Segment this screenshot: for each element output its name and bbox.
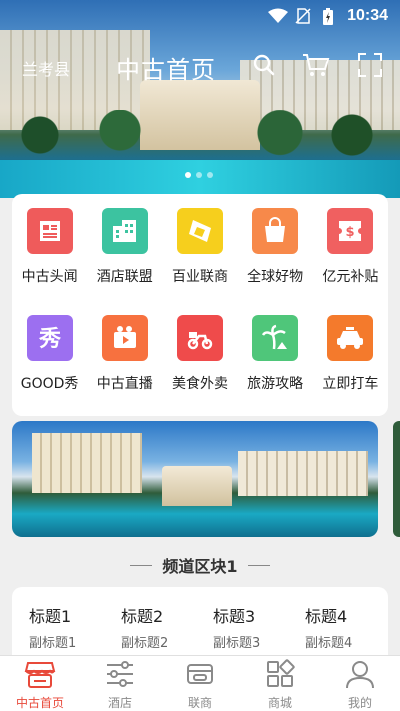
tab-label: 中古首页 [15, 696, 64, 710]
grid-item[interactable]: 百业联商 [162, 206, 237, 313]
tab-handshake[interactable]: 联商 [160, 656, 240, 711]
top-nav: 兰考县 中古首页 [0, 46, 400, 86]
no-sim-icon [295, 8, 311, 28]
news-icon [26, 208, 73, 254]
channel-item-subtitle: 副标题1 [29, 636, 77, 651]
sliders-icon [104, 659, 136, 693]
coupon-icon: $ [327, 208, 374, 254]
carousel-dot[interactable] [185, 172, 191, 178]
battery-icon [322, 8, 334, 30]
grid-item-label: 中古头闻 [21, 269, 78, 285]
scooter-icon [176, 315, 223, 361]
tab-label: 我的 [347, 696, 372, 710]
grid-item-label: 百业联商 [171, 269, 228, 285]
feature-grid: 中古头闻 酒店联盟 百业联商 全球好物 $ 亿元补贴秀 GOOD秀 中古直播 美食外卖 旅游攻略 立… [12, 206, 388, 420]
grid-item[interactable]: 酒店联盟 [87, 206, 162, 313]
wifi-icon [268, 8, 288, 28]
ticket-icon [176, 208, 223, 254]
channel-item[interactable]: 标题1 副标题1 [12, 587, 104, 657]
channel-item-title: 标题4 [305, 607, 348, 626]
grid-item[interactable]: 秀 GOOD秀 [12, 313, 87, 420]
tab-store[interactable]: 中古首页 [0, 656, 80, 711]
user-icon [344, 659, 376, 693]
grid-item[interactable]: 中古头闻 [12, 206, 87, 313]
channel-item[interactable]: 标题3 副标题3 [196, 587, 288, 657]
cart-icon[interactable] [302, 53, 330, 81]
scan-icon[interactable] [358, 53, 382, 81]
channel-block: 标题1 副标题1 标题2 副标题2 标题3 副标题3 标题4 副标题4 [12, 587, 388, 657]
palm-icon [252, 315, 299, 361]
channel-item-subtitle: 副标题4 [305, 636, 353, 651]
bag-icon [252, 208, 299, 254]
store-icon [24, 659, 56, 693]
section-title: 频道区块1 [162, 557, 238, 576]
grid-item-label: 旅游攻略 [247, 376, 304, 392]
carousel-dot[interactable] [196, 172, 202, 178]
promo-banner[interactable] [12, 421, 378, 537]
carousel-dot[interactable] [207, 172, 213, 178]
grid-item-label: 立即打车 [322, 376, 379, 392]
grid-item-label: 亿元补贴 [322, 269, 379, 285]
next-banner-peek[interactable] [393, 421, 400, 537]
handshake-icon [184, 659, 216, 693]
channel-item-subtitle: 副标题2 [121, 636, 169, 651]
show-icon: 秀 [26, 315, 73, 361]
grid-item[interactable]: 旅游攻略 [238, 313, 313, 420]
grid-item[interactable]: $ 亿元补贴 [313, 206, 388, 313]
svg-text:秀: 秀 [38, 327, 61, 352]
clock: 10:34 [347, 7, 388, 24]
tab-sliders[interactable]: 酒店 [80, 656, 160, 711]
section-header: 频道区块1 [0, 553, 400, 577]
svg-text:$: $ [346, 225, 355, 240]
camera-icon [101, 315, 148, 361]
grid-icon [264, 659, 296, 693]
tab-label: 商城 [267, 696, 292, 710]
page-title: 中古首页 [116, 56, 216, 84]
channel-item-title: 标题2 [121, 607, 164, 626]
tab-user[interactable]: 我的 [320, 656, 400, 711]
grid-item-label: 中古直播 [96, 376, 153, 392]
tab-label: 联商 [187, 696, 212, 710]
grid-item-label: 美食外卖 [171, 376, 228, 392]
grid-item[interactable]: 立即打车 [313, 313, 388, 420]
tab-grid[interactable]: 商城 [240, 656, 320, 711]
channel-item[interactable]: 标题4 副标题4 [288, 587, 380, 657]
location-selector[interactable]: 兰考县 [22, 56, 70, 80]
grid-item[interactable]: 美食外卖 [162, 313, 237, 420]
carousel-indicator [185, 172, 213, 178]
search-icon[interactable] [252, 53, 276, 81]
building-icon [101, 208, 148, 254]
grid-item-label: 酒店联盟 [96, 269, 153, 285]
bottom-tab-bar: 中古首页 酒店 联商 商城 我的 [0, 655, 400, 711]
tab-label: 酒店 [107, 696, 132, 710]
channel-item-title: 标题1 [29, 607, 72, 626]
grid-item[interactable]: 中古直播 [87, 313, 162, 420]
grid-item-label: 全球好物 [247, 269, 304, 285]
channel-item-subtitle: 副标题3 [213, 636, 261, 651]
grid-item-label: GOOD秀 [20, 376, 79, 392]
taxi-icon [327, 315, 374, 361]
feature-grid-card: 中古头闻 酒店联盟 百业联商 全球好物 $ 亿元补贴秀 GOOD秀 中古直播 美食外卖 旅游攻略 立… [12, 194, 388, 416]
channel-item-title: 标题3 [213, 607, 256, 626]
status-bar: 10:34 [0, 0, 400, 32]
channel-item[interactable]: 标题2 副标题2 [104, 587, 196, 657]
grid-item[interactable]: 全球好物 [238, 206, 313, 313]
